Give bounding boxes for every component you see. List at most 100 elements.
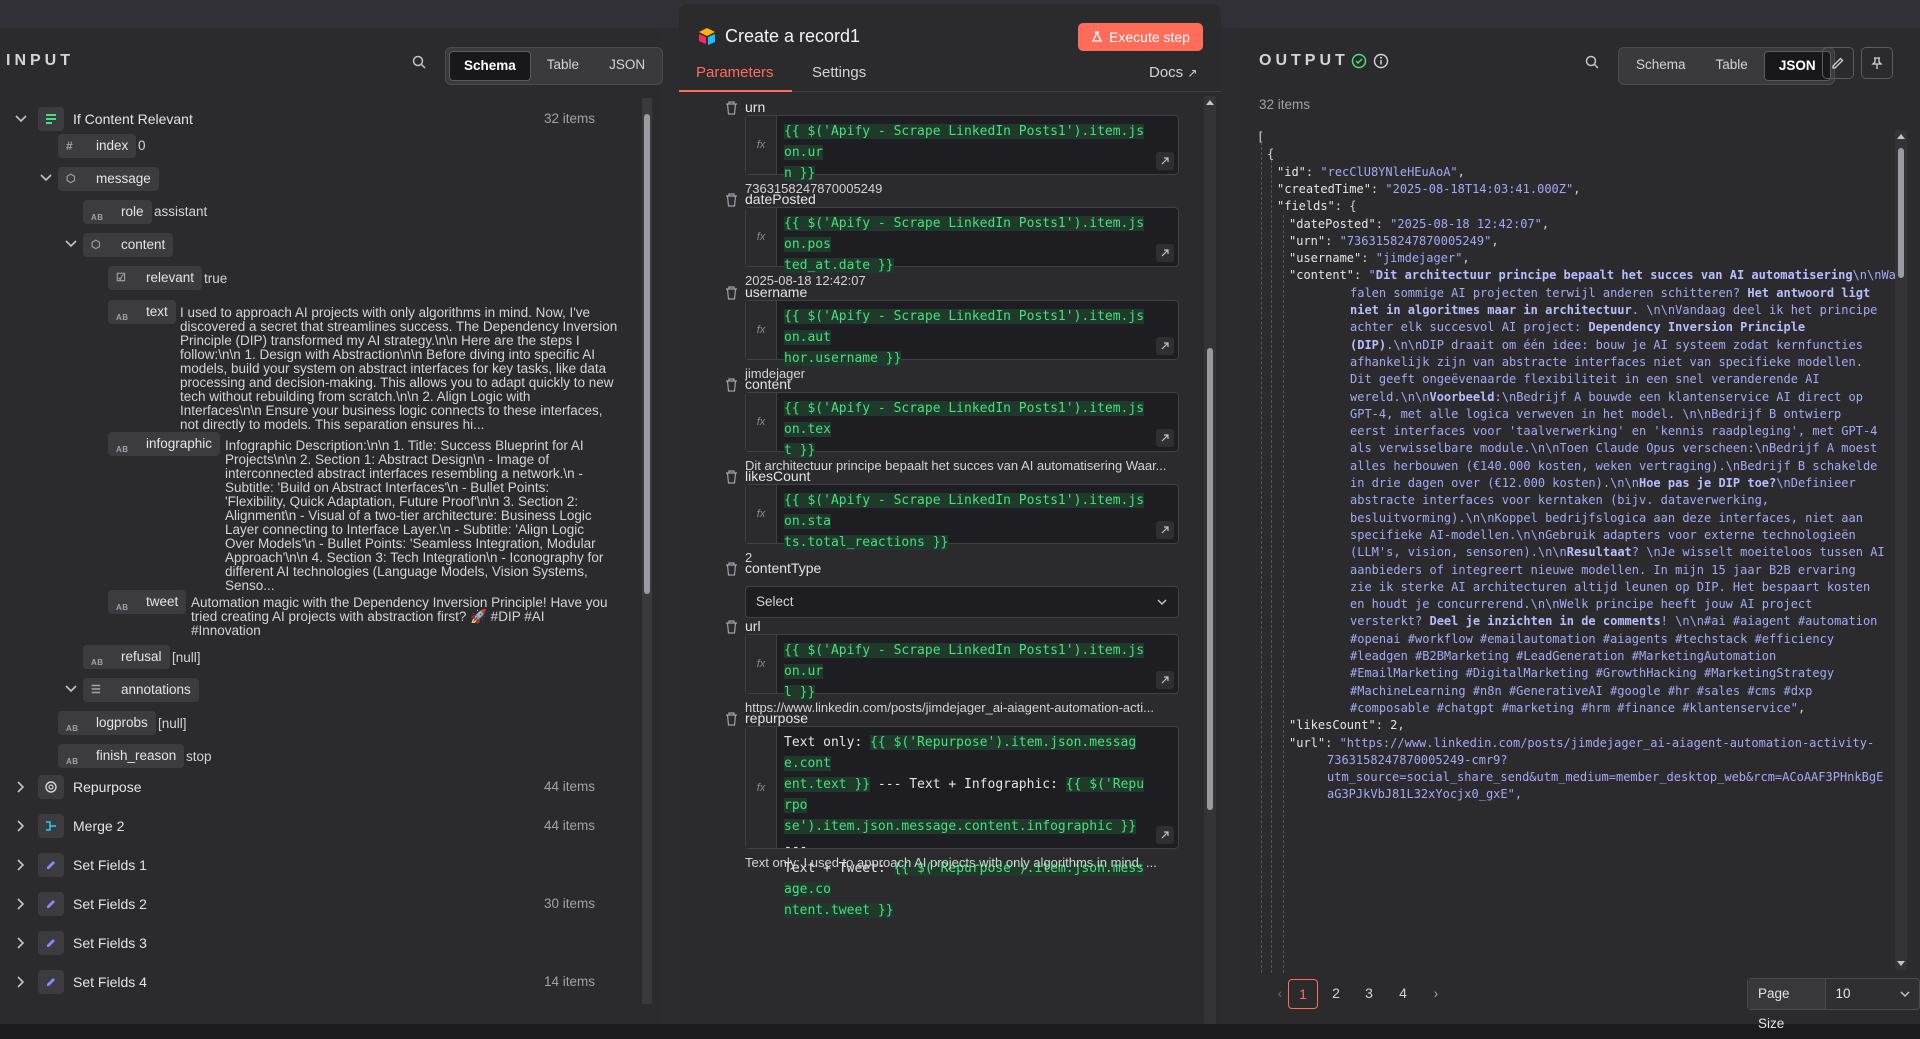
chevron-right-icon[interactable] — [13, 857, 29, 873]
open-expression-editor-icon[interactable] — [1156, 244, 1174, 262]
select-contenttype[interactable]: Select — [745, 586, 1179, 618]
pin-output-button[interactable] — [1861, 47, 1893, 79]
scroll-down-icon[interactable] — [1896, 960, 1906, 968]
input-scrollbar[interactable] — [642, 98, 652, 1004]
node-merge-2[interactable]: Merge 2 44 items — [0, 814, 640, 838]
scroll-up-icon[interactable] — [1896, 132, 1906, 140]
json-token: , — [1462, 251, 1470, 266]
node-label: Set Fields 2 — [73, 896, 147, 912]
node-set-fields-3[interactable]: Set Fields 3 — [0, 931, 640, 955]
chevron-right-icon[interactable] — [13, 896, 29, 912]
output-tab-table[interactable]: Table — [1702, 51, 1762, 79]
open-expression-editor-icon[interactable] — [1156, 826, 1174, 844]
scroll-up-icon[interactable] — [1205, 98, 1215, 106]
open-expression-editor-icon[interactable] — [1156, 521, 1174, 539]
expression-editor-likescount[interactable]: fx{{ $('Apify - Scrape LinkedIn Posts1')… — [745, 484, 1179, 550]
value-line: Over Models'\n - Bullet Points: 'Seamles… — [225, 536, 596, 551]
output-tab-json[interactable]: JSON — [1763, 51, 1831, 81]
page-1[interactable]: 1 — [1288, 979, 1318, 1009]
object-type-icon: ⬡ — [91, 239, 102, 251]
delete-field-icon[interactable] — [725, 101, 738, 115]
chevron-down-icon[interactable] — [63, 236, 79, 252]
json-token: niet in algoritmes maar in architectuur — [1350, 303, 1632, 317]
output-search-icon[interactable] — [1581, 51, 1603, 73]
expression-editor-url[interactable]: fx{{ $('Apify - Scrape LinkedIn Posts1')… — [745, 634, 1179, 700]
page-size-select[interactable]: 10 — [1826, 979, 1919, 1009]
open-expression-editor-icon[interactable] — [1156, 671, 1174, 689]
expression-segment: {{ $('Apify - Scrape LinkedIn Posts1').i… — [784, 124, 1145, 160]
expression-editor-urn[interactable]: fx{{ $('Apify - Scrape LinkedIn Posts1')… — [745, 115, 1179, 181]
value-line: discovered a secret that streamlines suc… — [180, 319, 618, 334]
node-if-content-relevant[interactable]: If Content Relevant 32 items — [0, 107, 640, 131]
field-label-username: username — [745, 284, 808, 300]
input-search-icon[interactable] — [408, 51, 430, 73]
delete-field-icon[interactable] — [725, 193, 738, 207]
input-tab-table[interactable]: Table — [533, 51, 593, 79]
output-tab-schema[interactable]: Schema — [1622, 51, 1700, 79]
open-expression-editor-icon[interactable] — [1156, 152, 1174, 170]
input-tab-schema[interactable]: Schema — [449, 51, 531, 81]
expression-text: {{ $('Apify - Scrape LinkedIn Posts1').i… — [784, 121, 1150, 184]
expression-segment: t }} — [784, 443, 816, 458]
chevron-right-icon[interactable] — [13, 818, 29, 834]
node-repurpose[interactable]: Repurpose 44 items — [0, 775, 640, 799]
expression-segment: {{ $('Apify - Scrape LinkedIn Posts1').i… — [784, 401, 1145, 437]
expression-editor-repurpose[interactable]: fx Text only: {{ $('Repurpose').item.json… — [745, 726, 1179, 918]
open-expression-editor-icon[interactable] — [1156, 337, 1174, 355]
json-line: #EmailMarketing #DigitalMarketing #Growt… — [1350, 666, 1834, 680]
page-2[interactable]: 2 — [1322, 979, 1350, 1007]
chevron-down-icon[interactable] — [38, 170, 54, 186]
json-token: " — [1450, 164, 1458, 179]
json-token: Het antwoord ligt — [1747, 285, 1871, 300]
tab-parameters[interactable]: Parameters — [696, 64, 774, 81]
string-type-icon: AB — [91, 213, 104, 222]
chevron-right-icon[interactable] — [13, 935, 29, 951]
page-3[interactable]: 3 — [1355, 979, 1383, 1007]
info-icon[interactable] — [1373, 53, 1389, 69]
tab-settings[interactable]: Settings — [812, 64, 866, 81]
input-tab-json[interactable]: JSON — [595, 51, 659, 79]
params-scrollbar[interactable] — [1204, 96, 1216, 1024]
docs-link[interactable]: Docs ↗ — [1149, 64, 1197, 81]
chevron-down-icon[interactable] — [63, 681, 79, 697]
edit-output-button[interactable] — [1822, 47, 1854, 79]
json-token: : — [1370, 181, 1386, 196]
json-token: \n\nWaarom — [1852, 268, 1897, 283]
chevron-right-icon[interactable] — [13, 779, 29, 795]
json-line: "urn": "7363158247870005249", — [1289, 234, 1499, 248]
expression-editor-content[interactable]: fx{{ $('Apify - Scrape LinkedIn Posts1')… — [745, 392, 1179, 458]
delete-field-icon[interactable] — [725, 470, 738, 484]
delete-field-icon[interactable] — [725, 712, 738, 726]
open-expression-editor-icon[interactable] — [1156, 429, 1174, 447]
expression-editor-dateposted[interactable]: fx{{ $('Apify - Scrape LinkedIn Posts1')… — [745, 207, 1179, 273]
node-set-fields-2[interactable]: Set Fields 2 30 items — [0, 892, 640, 916]
node-set-fields-1[interactable]: Set Fields 1 — [0, 853, 640, 877]
json-token: Voorbeeld — [1429, 389, 1495, 404]
expression-segment: ted_at.date }} — [784, 258, 894, 273]
json-token: aG3PJkVbJ81L32xYocjx0_gxE", — [1327, 787, 1523, 802]
chevron-right-icon[interactable] — [13, 974, 29, 990]
input-scroll-thumb[interactable] — [644, 114, 650, 594]
page-size-control[interactable]: Page Size 10 — [1747, 978, 1920, 1031]
json-line: "id": "recClU8YNleHEuAoA", — [1277, 165, 1465, 179]
output-scrollbar[interactable] — [1895, 130, 1907, 970]
output-scroll-thumb[interactable] — [1898, 148, 1904, 278]
chevron-down-icon[interactable] — [13, 111, 29, 127]
json-token: : { — [1334, 199, 1357, 214]
pager-next-icon[interactable]: › — [1422, 979, 1450, 1007]
execute-step-button[interactable]: Execute step — [1078, 23, 1203, 51]
delete-field-icon[interactable] — [725, 286, 738, 300]
value-line: Layer connecting to Interface Layer.\n -… — [225, 522, 585, 537]
field-value-index: 0 — [138, 138, 146, 153]
page-4[interactable]: 4 — [1389, 979, 1417, 1007]
expression-editor-username[interactable]: fx{{ $('Apify - Scrape LinkedIn Posts1')… — [745, 300, 1179, 366]
string-type-icon: AB — [116, 313, 129, 322]
delete-field-icon[interactable] — [725, 378, 738, 392]
string-type-icon: AB — [66, 724, 79, 733]
delete-field-icon[interactable] — [725, 562, 738, 576]
node-set-fields-4[interactable]: Set Fields 4 14 items — [0, 970, 640, 994]
expression-text: {{ $('Apify - Scrape LinkedIn Posts1').i… — [784, 490, 1150, 553]
delete-field-icon[interactable] — [725, 620, 738, 634]
json-line: besluitvorming).\n\nKoppel bedrijfslogic… — [1350, 511, 1863, 525]
params-scroll-thumb[interactable] — [1207, 348, 1213, 810]
